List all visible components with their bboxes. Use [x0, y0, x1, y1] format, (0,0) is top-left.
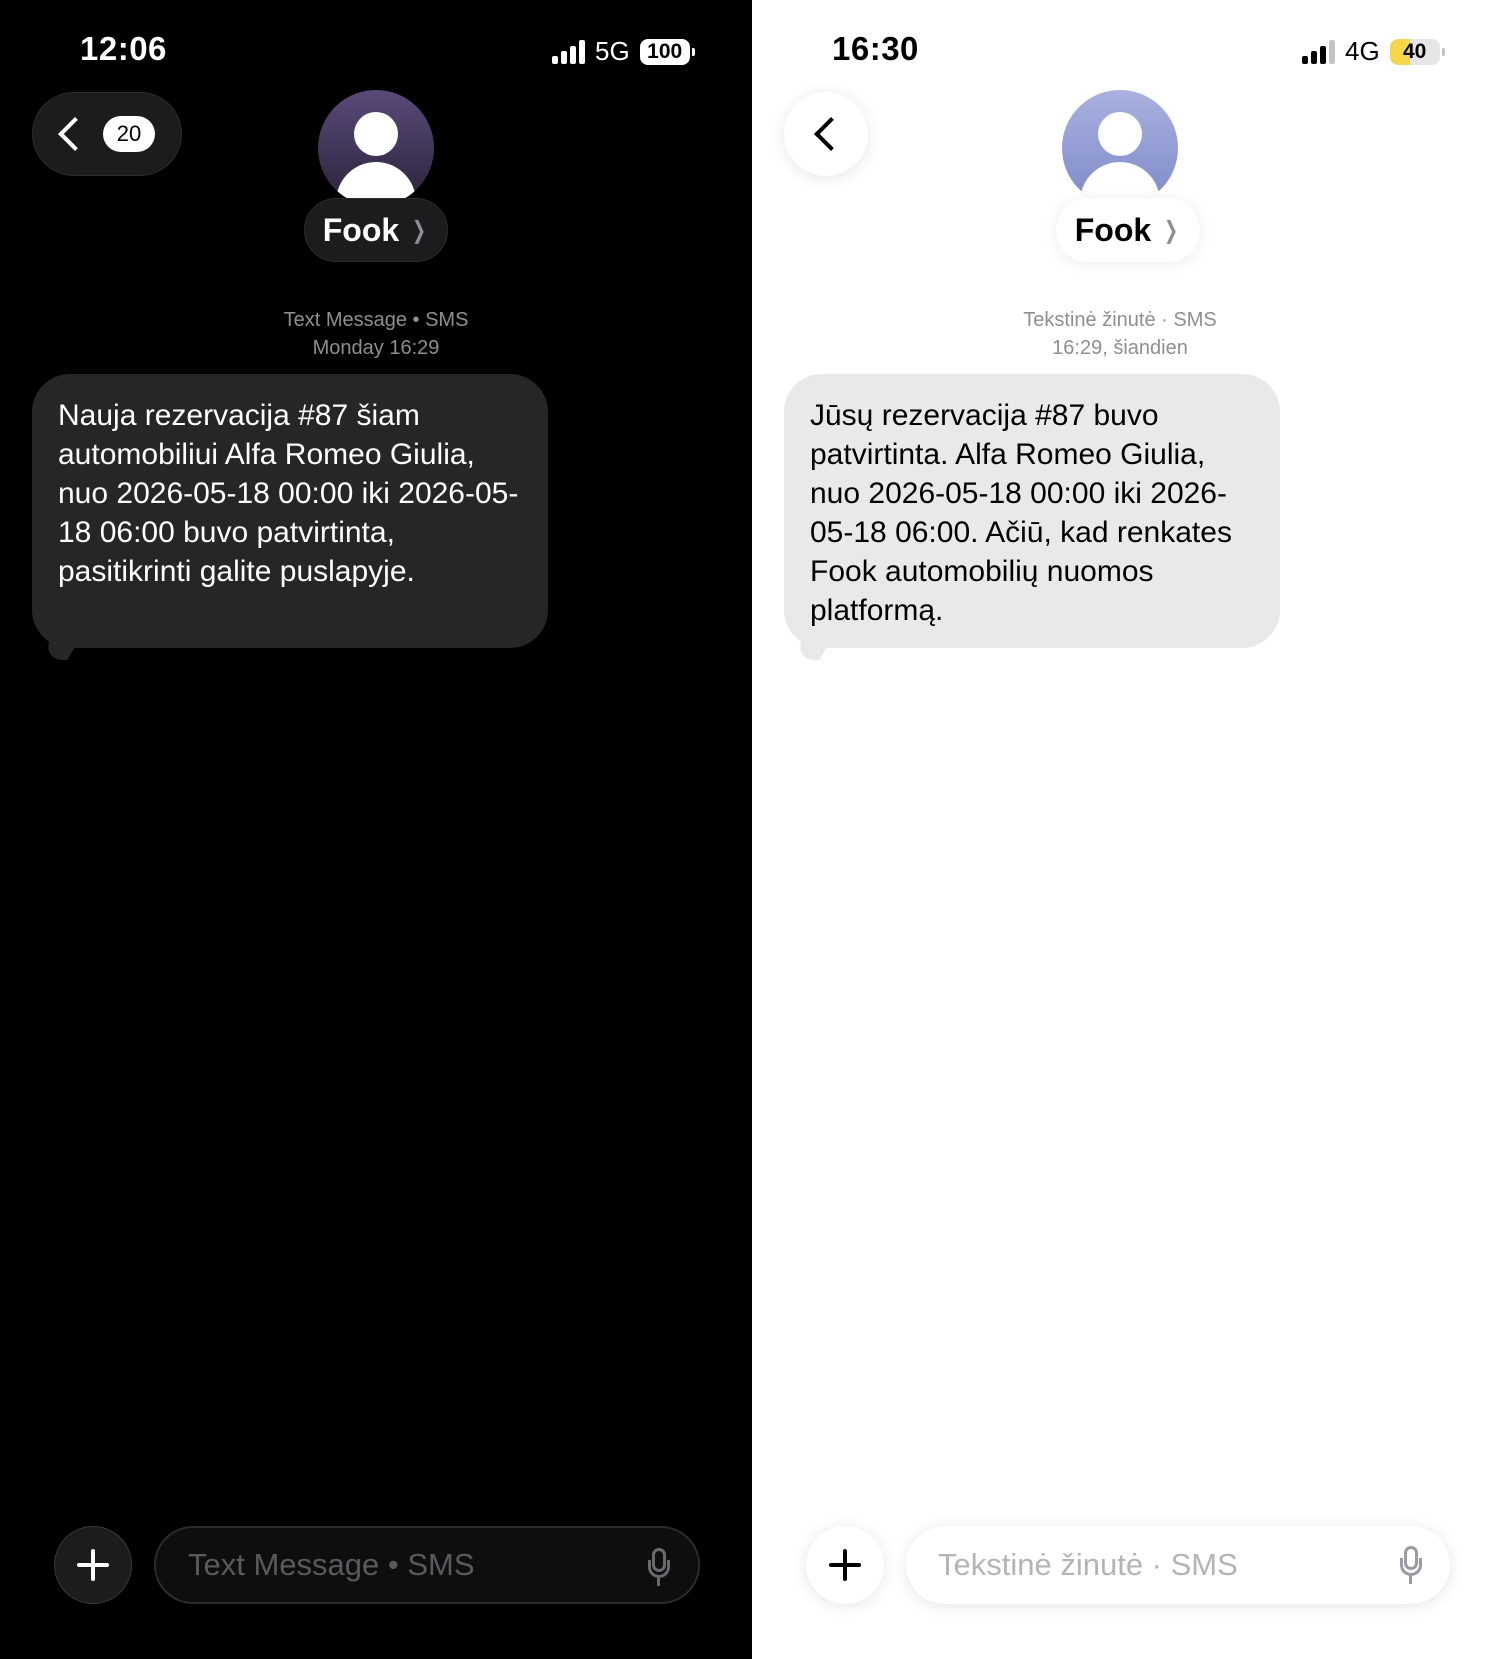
contact-avatar[interactable]	[318, 90, 434, 206]
incoming-message-bubble[interactable]: Jūsų rezervacija #87 buvo patvirtinta. A…	[784, 374, 1280, 660]
chevron-right-icon: ❯	[1164, 216, 1179, 244]
message-text: Nauja rezervacija #87 šiam automobiliui …	[58, 399, 519, 588]
bubble-tail	[37, 630, 85, 660]
back-button[interactable]: 20	[32, 92, 182, 176]
message-service-label: Tekstinė žinutė · SMS	[1023, 309, 1217, 331]
message-input-placeholder: Tekstinė žinutė · SMS	[938, 1547, 1238, 1582]
message-input[interactable]: Text Message • SMS	[154, 1526, 700, 1604]
message-timestamp: Monday 16:29	[312, 337, 440, 359]
contact-avatar[interactable]	[1062, 90, 1178, 206]
status-indicators: 4G 40	[1302, 36, 1445, 67]
status-time: 12:06	[80, 30, 167, 67]
message-text: Jūsų rezervacija #87 buvo patvirtinta. A…	[810, 399, 1232, 627]
contact-name-button[interactable]: Fook ❯	[304, 198, 448, 262]
back-button[interactable]	[784, 92, 868, 176]
dark-conversation-screen: 12:06 5G 100 20 Fook ❯ Text Message • SM…	[0, 0, 752, 1659]
bubble-tail	[789, 630, 837, 660]
contact-name: Fook	[1074, 211, 1152, 248]
add-attachment-button[interactable]	[54, 1526, 132, 1604]
message-input-placeholder: Text Message • SMS	[188, 1547, 475, 1582]
message-service-label: Text Message • SMS	[283, 309, 469, 331]
microphone-icon[interactable]	[1400, 1546, 1422, 1584]
message-timestamp: 16:29, šiandien	[1052, 337, 1188, 359]
microphone-icon[interactable]	[648, 1548, 670, 1586]
status-bar: 12:06 5G 100	[0, 26, 752, 76]
contact-name: Fook	[322, 211, 400, 248]
contact-name-button[interactable]: Fook ❯	[1056, 198, 1200, 262]
chevron-left-icon	[814, 117, 848, 151]
battery-icon: 100	[639, 38, 695, 65]
person-head-icon	[354, 112, 398, 156]
cellular-signal-icon	[1302, 39, 1335, 64]
status-indicators: 5G 100	[552, 36, 695, 67]
unread-count-badge: 20	[103, 116, 155, 152]
message-input[interactable]: Tekstinė žinutė · SMS	[906, 1526, 1450, 1604]
add-attachment-button[interactable]	[806, 1526, 884, 1604]
network-type: 5G	[595, 36, 630, 66]
status-time: 16:30	[832, 30, 919, 67]
network-type: 4G	[1345, 36, 1380, 66]
chevron-left-icon	[58, 117, 92, 151]
battery-icon: 40	[1389, 38, 1445, 65]
person-head-icon	[1098, 112, 1142, 156]
message-meta: Tekstinė žinutė · SMS 16:29, šiandien	[752, 306, 1488, 362]
cellular-signal-icon	[552, 39, 585, 64]
light-conversation-screen: 16:30 4G 40 Fook ❯ Tekstinė žinutė · SMS…	[752, 0, 1488, 1659]
message-meta: Text Message • SMS Monday 16:29	[0, 306, 752, 362]
status-bar: 16:30 4G 40	[752, 26, 1488, 76]
incoming-message-bubble[interactable]: Nauja rezervacija #87 šiam automobiliui …	[32, 374, 548, 660]
chevron-right-icon: ❯	[412, 216, 427, 244]
